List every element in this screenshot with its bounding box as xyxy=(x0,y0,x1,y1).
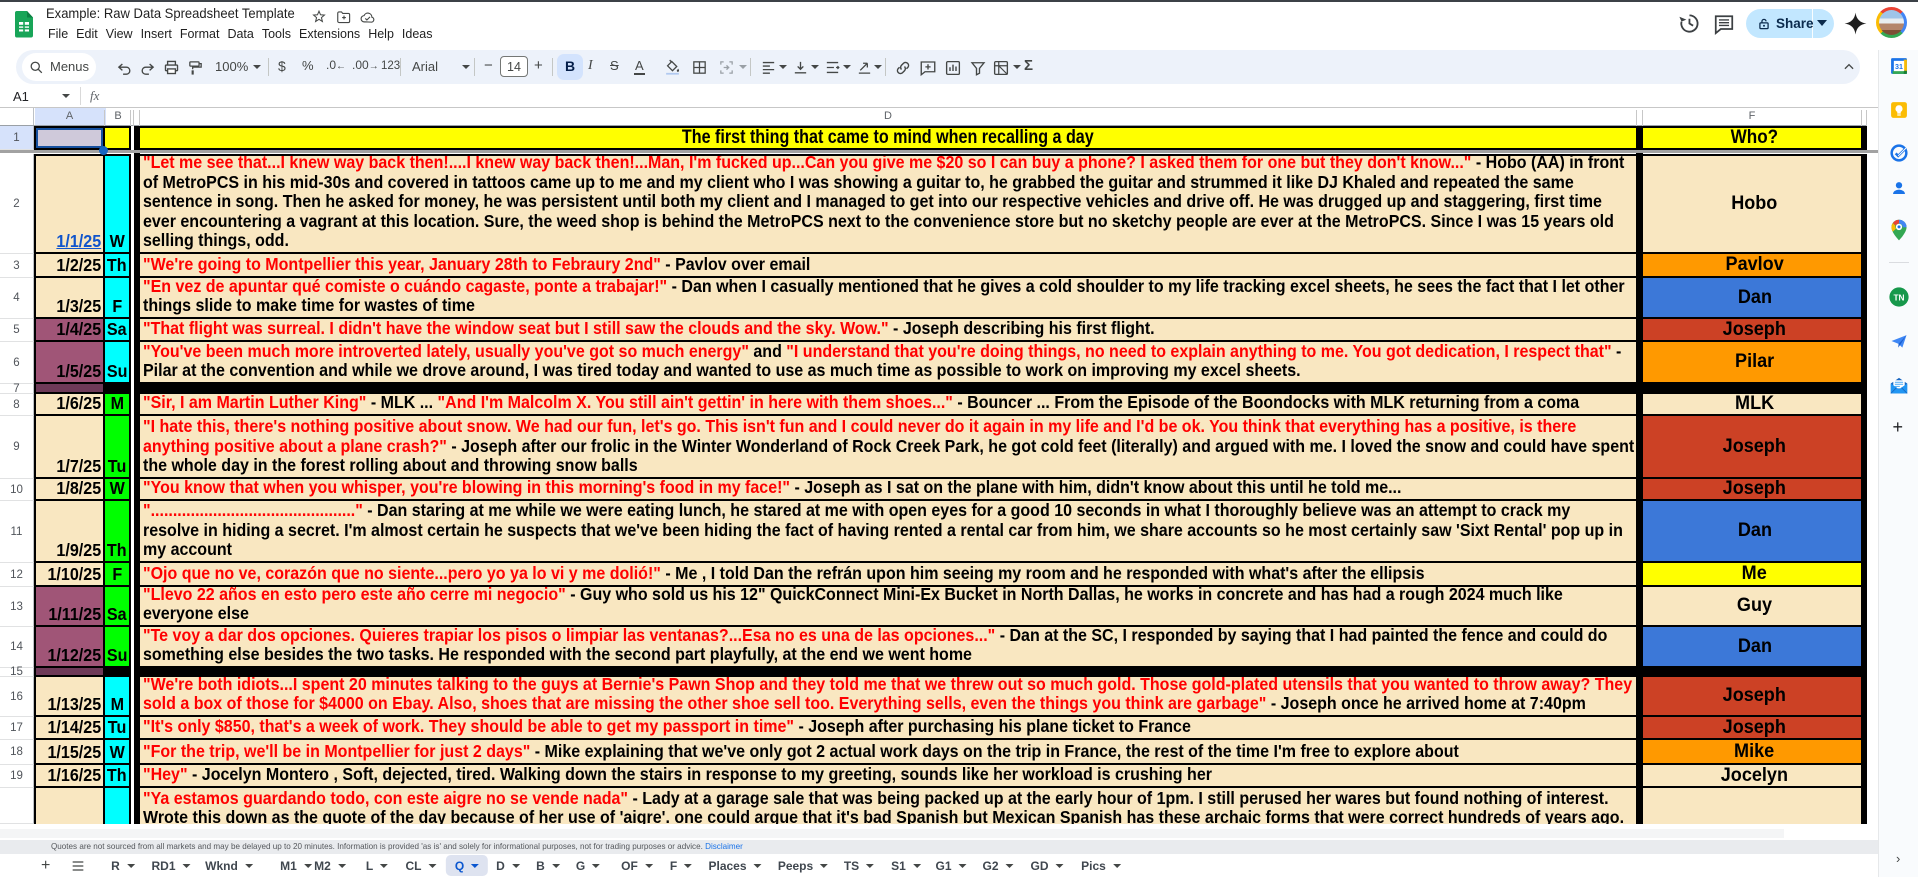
svg-text:31: 31 xyxy=(1895,62,1903,70)
svg-text:TN: TN xyxy=(1893,292,1904,302)
